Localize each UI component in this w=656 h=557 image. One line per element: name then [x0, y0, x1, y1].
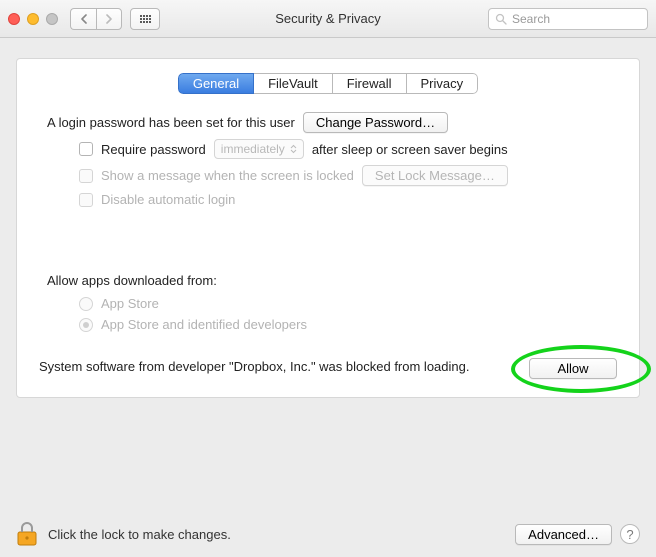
help-icon: ? — [626, 527, 633, 542]
lock-icon — [16, 521, 38, 547]
allow-apps-heading: Allow apps downloaded from: — [47, 273, 617, 288]
require-password-row: Require password immediately after sleep… — [79, 139, 617, 159]
search-icon — [495, 13, 507, 25]
set-lock-message-button: Set Lock Message… — [362, 165, 508, 186]
require-password-delay-select[interactable]: immediately — [214, 139, 304, 159]
close-window-button[interactable] — [8, 13, 20, 25]
download-option-identified: App Store and identified developers — [79, 317, 617, 332]
login-password-row: A login password has been set for this u… — [47, 112, 617, 133]
help-button[interactable]: ? — [620, 524, 640, 544]
nav-buttons — [70, 8, 122, 30]
blocked-software-message: System software from developer "Dropbox,… — [39, 358, 513, 375]
tab-general[interactable]: General — [178, 73, 254, 94]
show-all-button[interactable] — [130, 8, 160, 30]
radio-identified-label: App Store and identified developers — [101, 317, 307, 332]
require-password-label: Require password — [101, 142, 206, 157]
tab-firewall[interactable]: Firewall — [333, 73, 407, 94]
back-button[interactable] — [70, 8, 96, 30]
tab-filevault[interactable]: FileVault — [254, 73, 333, 94]
tab-row: General FileVault Firewall Privacy — [39, 73, 617, 94]
footer: Click the lock to make changes. Advanced… — [16, 521, 640, 547]
disable-auto-login-label: Disable automatic login — [101, 192, 235, 207]
forward-button[interactable] — [96, 8, 122, 30]
main-panel: General FileVault Firewall Privacy A log… — [16, 58, 640, 398]
advanced-button[interactable]: Advanced… — [515, 524, 612, 545]
require-password-checkbox[interactable] — [79, 142, 93, 156]
chevron-left-icon — [80, 14, 88, 24]
require-password-tail: after sleep or screen saver begins — [312, 142, 508, 157]
login-password-text: A login password has been set for this u… — [47, 115, 295, 130]
change-password-button[interactable]: Change Password… — [303, 112, 448, 133]
select-chevron-icon — [290, 144, 297, 154]
radio-appstore — [79, 297, 93, 311]
zoom-window-button — [46, 13, 58, 25]
radio-identified-developers — [79, 318, 93, 332]
allow-button[interactable]: Allow — [529, 358, 617, 379]
download-option-appstore: App Store — [79, 296, 617, 311]
lock-hint-text: Click the lock to make changes. — [48, 527, 231, 542]
show-message-label: Show a message when the screen is locked — [101, 168, 354, 183]
minimize-window-button[interactable] — [27, 13, 39, 25]
grid-icon — [140, 15, 151, 23]
require-password-delay-value: immediately — [221, 142, 285, 156]
tab-privacy[interactable]: Privacy — [407, 73, 479, 94]
disable-auto-login-checkbox — [79, 193, 93, 207]
blocked-software-row: System software from developer "Dropbox,… — [39, 358, 617, 379]
chevron-right-icon — [105, 14, 113, 24]
search-field-wrap[interactable] — [488, 8, 648, 30]
titlebar: Security & Privacy — [0, 0, 656, 38]
search-input[interactable] — [512, 12, 641, 26]
show-message-row: Show a message when the screen is locked… — [79, 165, 617, 186]
lock-button[interactable] — [16, 521, 38, 547]
show-message-checkbox — [79, 169, 93, 183]
tabs: General FileVault Firewall Privacy — [178, 73, 478, 94]
window-controls — [8, 13, 58, 25]
radio-appstore-label: App Store — [101, 296, 159, 311]
disable-auto-login-row: Disable automatic login — [79, 192, 617, 207]
